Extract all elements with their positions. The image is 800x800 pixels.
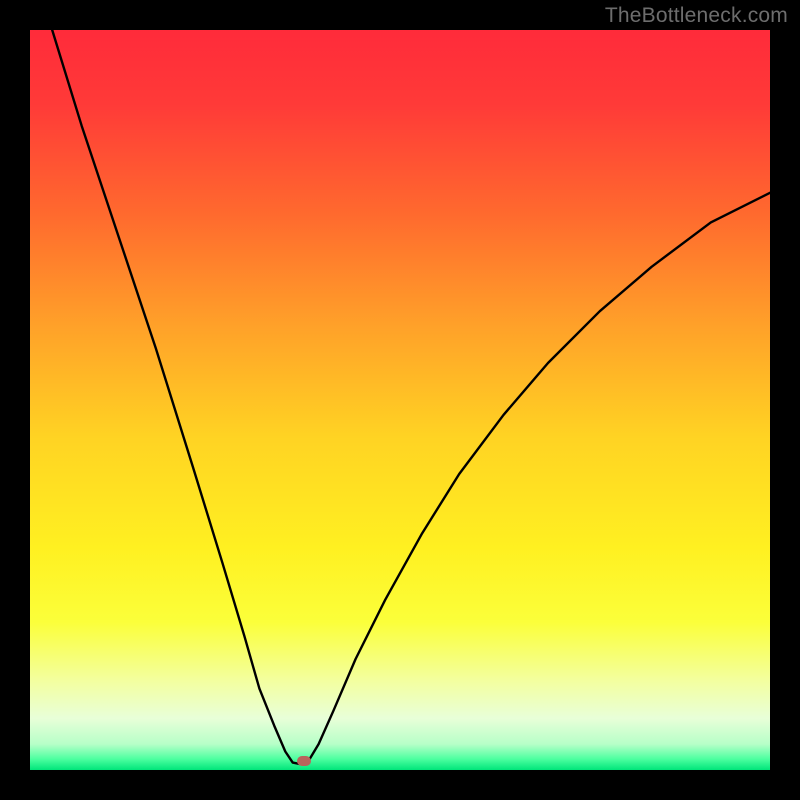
chart-frame: TheBottleneck.com: [0, 0, 800, 800]
minimum-marker: [297, 756, 311, 766]
watermark-text: TheBottleneck.com: [605, 4, 788, 28]
bottleneck-plot: [30, 30, 770, 770]
gradient-background: [30, 30, 770, 770]
